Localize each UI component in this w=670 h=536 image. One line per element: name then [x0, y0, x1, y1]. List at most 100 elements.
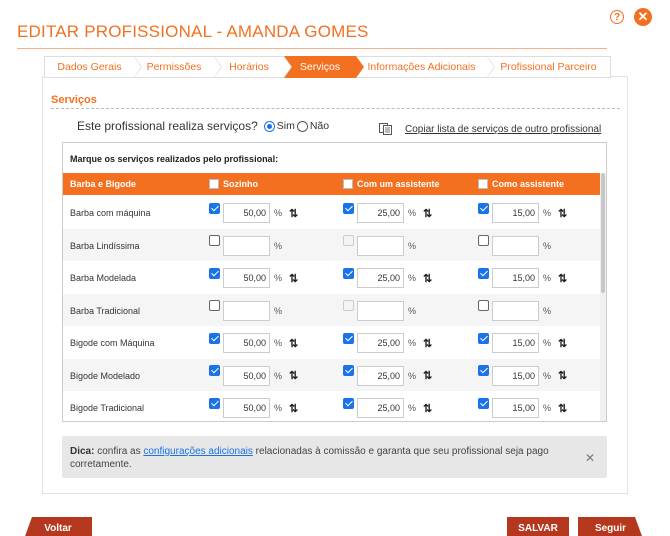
next-button[interactable]: Seguir [578, 517, 643, 536]
sort-arrows-icon[interactable]: ⇅ [558, 272, 567, 285]
como-assistente-checkbox[interactable] [478, 397, 489, 409]
service-name: Bigode Modelado [70, 370, 141, 381]
com-assistente-percent-input[interactable] [357, 235, 404, 256]
services-table: Marque os serviços realizados pelo profi… [62, 142, 607, 422]
save-button[interactable]: SALVAR [507, 517, 569, 536]
sozinho-checkbox[interactable] [209, 332, 220, 344]
sort-arrows-icon[interactable]: ⇅ [558, 337, 567, 350]
sozinho-checkbox[interactable] [209, 300, 220, 311]
com-assistente-percent-input[interactable]: 25,00 [357, 333, 404, 353]
select-all-com-assistente-checkbox[interactable] [343, 179, 353, 189]
percent-symbol: % [274, 240, 283, 251]
tab-informacoes-adicionais[interactable]: Informações Adicionais [356, 56, 495, 78]
percent-symbol: % [543, 208, 552, 218]
com-assistente-checkbox[interactable] [343, 202, 354, 214]
edit-professional-page: ? ✕ EDITAR PROFISSIONAL - AMANDA GOMES D… [0, 0, 670, 536]
table-row: Barba com máquina 50,00% ⇅ 25,00% ⇅ 15,00% ⇅ [63, 196, 601, 228]
radio-sim[interactable] [263, 120, 275, 132]
com-assistente-checkbox[interactable] [343, 267, 354, 279]
service-name: Barba Tradicional [70, 305, 141, 316]
como-assistente-percent-input[interactable]: 15,00 [492, 365, 539, 386]
sort-arrows-icon[interactable]: ⇅ [423, 207, 432, 220]
sort-arrows-icon[interactable]: ⇅ [423, 272, 432, 285]
com-assistente-checkbox[interactable] [343, 397, 354, 409]
percent-symbol: % [274, 338, 283, 348]
percent-symbol: % [543, 305, 552, 316]
sozinho-percent-input[interactable]: 50,00 [223, 333, 270, 353]
com-assistente-percent-input[interactable]: 25,00 [357, 203, 404, 223]
sozinho-checkbox[interactable] [209, 397, 220, 409]
como-assistente-checkbox[interactable] [478, 235, 489, 246]
sort-arrows-icon[interactable]: ⇅ [558, 402, 567, 415]
sozinho-checkbox[interactable] [209, 365, 220, 376]
sozinho-percent-input[interactable]: 50,00 [223, 203, 270, 223]
como-assistente-percent-input[interactable]: 15,00 [492, 268, 539, 288]
como-assistente-percent-input[interactable]: 15,00 [492, 333, 539, 353]
help-icon[interactable]: ? [610, 10, 624, 24]
table-scrollbar[interactable] [600, 173, 606, 421]
tab-servicos[interactable]: Serviços [284, 56, 364, 78]
sort-arrows-icon[interactable]: ⇅ [423, 402, 432, 415]
sort-arrows-icon[interactable]: ⇅ [289, 369, 298, 382]
copy-services-link[interactable]: Copiar lista de serviços de outro profis… [379, 123, 601, 135]
sort-arrows-icon[interactable]: ⇅ [289, 272, 298, 285]
com-assistente-checkbox[interactable] [343, 365, 354, 376]
com-assistente-percent-input[interactable]: 25,00 [357, 365, 404, 386]
header-com-assistente: Com um assistente [343, 179, 440, 189]
sort-arrows-icon[interactable]: ⇅ [289, 207, 298, 220]
cell-com-assistente: 25,00% ⇅ [343, 332, 432, 353]
sort-arrows-icon[interactable]: ⇅ [289, 402, 298, 415]
como-assistente-percent-input[interactable] [492, 235, 539, 256]
sort-arrows-icon[interactable]: ⇅ [558, 207, 567, 220]
sozinho-checkbox[interactable] [209, 235, 220, 246]
close-icon[interactable]: ✕ [634, 8, 652, 26]
como-assistente-percent-input[interactable] [492, 300, 539, 321]
tab-dados-gerais[interactable]: Dados Gerais [44, 56, 142, 78]
sozinho-percent-input[interactable]: 50,00 [223, 268, 270, 288]
com-assistente-checkbox [343, 235, 354, 246]
com-assistente-percent-input[interactable]: 25,00 [357, 268, 404, 288]
radio-nao[interactable] [296, 120, 308, 132]
title-divider [17, 48, 607, 49]
select-all-sozinho-checkbox[interactable] [209, 179, 219, 189]
sozinho-percent-input[interactable] [223, 235, 270, 256]
tab-permissoes[interactable]: Permissões [134, 56, 222, 78]
table-row: Bigode com Máquina 50,00% ⇅ 25,00% ⇅ 15,00% ⇅ [63, 326, 601, 358]
cell-sozinho: 50,00% ⇅ [209, 202, 298, 223]
cell-como-assistente: 15,00% ⇅ [478, 365, 567, 386]
como-assistente-checkbox[interactable] [478, 202, 489, 214]
additional-settings-link[interactable]: configurações adicionais [143, 446, 253, 457]
percent-symbol: % [408, 403, 417, 413]
sozinho-percent-input[interactable] [223, 300, 270, 321]
com-assistente-checkbox[interactable] [343, 332, 354, 344]
como-assistente-checkbox[interactable] [478, 365, 489, 376]
cell-sozinho: 50,00% ⇅ [209, 397, 298, 418]
sort-arrows-icon[interactable]: ⇅ [423, 369, 432, 382]
radio-sim-label: Sim [276, 120, 295, 132]
sozinho-checkbox[interactable] [209, 202, 220, 214]
sort-arrows-icon[interactable]: ⇅ [558, 369, 567, 382]
com-assistente-percent-input[interactable] [357, 300, 404, 321]
sozinho-percent-input[interactable]: 50,00 [223, 398, 270, 418]
percent-symbol: % [408, 208, 417, 218]
percent-symbol: % [274, 273, 283, 283]
como-assistente-checkbox[interactable] [478, 300, 489, 311]
tab-horarios[interactable]: Horários [214, 56, 292, 78]
tab-profissional-parceiro[interactable]: Profissional Parceiro [487, 56, 611, 78]
header-category: Barba e Bigode [70, 179, 137, 189]
como-assistente-percent-input[interactable]: 15,00 [492, 203, 539, 223]
sort-arrows-icon[interactable]: ⇅ [423, 337, 432, 350]
como-assistente-checkbox[interactable] [478, 267, 489, 279]
sozinho-percent-input[interactable]: 50,00 [223, 365, 270, 386]
sozinho-checkbox[interactable] [209, 267, 220, 279]
scrollbar-thumb[interactable] [601, 173, 605, 293]
tip-text: Dica: confira as configurações adicionai… [70, 445, 570, 471]
back-button[interactable]: Voltar [24, 517, 92, 536]
sort-arrows-icon[interactable]: ⇅ [289, 337, 298, 350]
como-assistente-percent-input[interactable]: 15,00 [492, 398, 539, 418]
como-assistente-checkbox[interactable] [478, 332, 489, 344]
select-all-como-assistente-checkbox[interactable] [478, 179, 488, 189]
performs-services-question: Este profissional realiza serviços? Sim … [77, 119, 329, 133]
tip-close-icon[interactable]: ✕ [585, 451, 595, 465]
com-assistente-percent-input[interactable]: 25,00 [357, 398, 404, 418]
